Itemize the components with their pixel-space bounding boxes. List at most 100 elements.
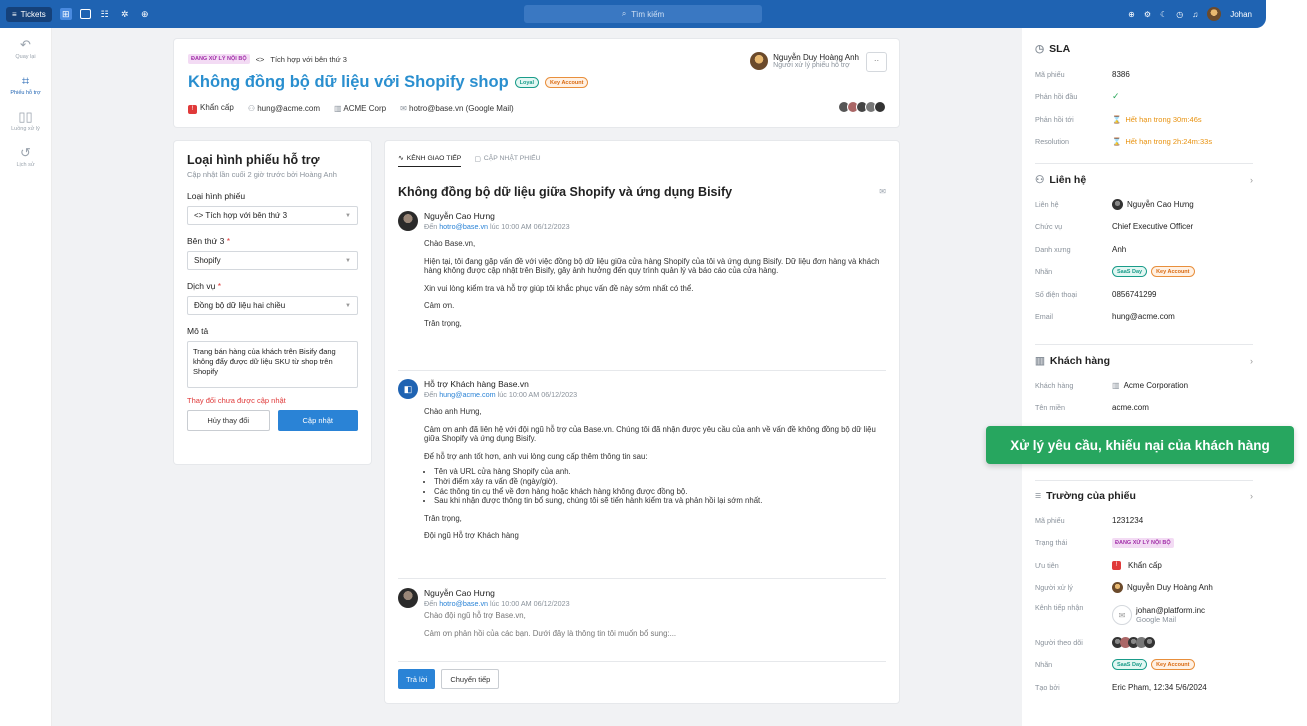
message-list: Tên và URL cửa hàng Shopify của anh. Thờ… (424, 467, 886, 505)
field-value: Anh (1112, 244, 1127, 254)
avatar (1112, 198, 1123, 210)
recipient-email[interactable]: hotro@base.vn (439, 599, 488, 608)
unsaved-warning: Thay đổi chưa được cập nhật (187, 396, 286, 405)
type-select[interactable]: <> Tích hợp với bên thứ 3 ▼ (187, 206, 358, 225)
top-bar-right: ⊕ ⚙ ☾ ◷ ♫ Johan (1128, 0, 1252, 28)
feature-callout: Xử lý yêu cầu, khiếu nại của khách hàng (986, 426, 1294, 464)
third-party-label: Bên thứ 3 * (187, 236, 358, 246)
section-title[interactable]: ⚇ Liên hệ › (1035, 174, 1253, 186)
field-row: Mã phiếu 1231234 (1035, 509, 1253, 532)
settings-icon[interactable]: ✲ (119, 8, 131, 20)
section-title[interactable]: ▥ Khách hàng › (1035, 355, 1253, 367)
follower-avatar (1144, 636, 1155, 648)
sidebar-item-history[interactable]: ↺ Lịch sử (0, 146, 51, 169)
company-text: ACME Corp (343, 104, 387, 113)
message-sender: Nguyễn Cao Hưng (424, 588, 495, 598)
clock-icon[interactable]: ◷ (1176, 10, 1183, 19)
user-icon: ⚇ (247, 104, 258, 113)
bell-icon[interactable]: ♫ (1192, 10, 1198, 19)
more-options-button[interactable]: ·· (866, 52, 887, 72)
save-button[interactable]: Cập nhật (277, 410, 358, 431)
moon-icon[interactable]: ☾ (1160, 10, 1167, 19)
divider (1035, 344, 1253, 345)
field-key: Tên miền (1035, 403, 1065, 413)
field-key: Khách hàng (1035, 380, 1074, 390)
assignee[interactable]: Nguyễn Duy Hoàng Anh Người xử lý phiếu h… (750, 52, 859, 70)
ticket-category[interactable]: Tích hợp với bên thứ 3 (270, 55, 347, 64)
message-paragraph: Cảm ơn. (424, 301, 455, 311)
followers-avatars[interactable] (838, 101, 886, 113)
tag-saas-day: SaaS Day (1112, 266, 1148, 278)
reply-button[interactable]: Trả lời (398, 669, 436, 689)
service-label: Dịch vụ * (187, 281, 358, 291)
customer-section: ▥ Khách hàng › Khách hàng ▥ Acme Corporation… (1035, 355, 1253, 419)
contact-row: Nhãn SaaS Day Key Account (1035, 261, 1253, 284)
tab-updates[interactable]: ▢ CẬP NHẬT PHIẾU (474, 154, 540, 167)
email-toggle-icon[interactable]: ✉ (879, 187, 886, 196)
sidebar-item-tickets[interactable]: ⌗ Phiếu hỗ trợ (0, 73, 51, 97)
grid-view-icon[interactable]: ⊞ (59, 8, 72, 20)
conversation-title: Không đồng bộ dữ liệu giữa Shopify và ứn… (398, 185, 733, 199)
avatar (398, 211, 418, 231)
user-avatar[interactable] (1207, 7, 1222, 21)
type-label: Loại hình phiếu (187, 191, 246, 201)
third-party-select[interactable]: Shopify ▼ (187, 251, 358, 270)
hourglass-icon: ⌛ (1112, 137, 1122, 147)
section-title[interactable]: ≡ Trường của phiếu › (1035, 490, 1253, 502)
list-icon[interactable]: ☷ (99, 8, 111, 20)
message-paragraph: Đội ngũ Hỗ trợ Khách hàng (424, 531, 519, 541)
recipient-email[interactable]: hung@acme.com (439, 390, 495, 399)
field-key: Nhãn (1035, 267, 1053, 277)
inbox-icon[interactable] (79, 9, 91, 19)
sla-rows: Mã phiếu 8386 Phản hồi đầu ✓ Phản hồi tới ⌛… (1035, 63, 1253, 153)
followers-avatars[interactable] (1112, 636, 1155, 648)
message-sender-info: Hỗ trợ Khách hàng Base.vn Đến hung@acme.… (424, 379, 577, 399)
menu-icon: ≡ (12, 9, 17, 19)
sidebar-item-back[interactable]: ↶ Quay lại (0, 38, 51, 61)
recipient-email[interactable]: hotro@base.vn (439, 222, 488, 231)
chevron-right-icon: › (1250, 491, 1253, 501)
list-item: Tên và URL cửa hàng Shopify của anh. (434, 467, 886, 477)
message-body: Chào Base.vn, Hiện tại, tôi đang gặp vấn… (424, 239, 886, 329)
message-recipient: Đến hotro@base.vn lúc 10:00 AM 06/12/202… (424, 599, 570, 608)
message-paragraph: Trân trọng, (424, 318, 462, 328)
message-sender-info: Nguyễn Cao Hưng Đến hotro@base.vn lúc 10… (424, 588, 570, 608)
sidebar-item-workflow[interactable]: ▯▯ Luồng xử lý (0, 110, 51, 133)
priority: ! Khẩn cấp (188, 103, 234, 114)
ticket-icon: ⌗ (21, 73, 30, 88)
field-value: ⌛ Hết hạn trong 30m:46s (1112, 115, 1202, 124)
chevron-down-icon: ▼ (345, 302, 351, 309)
tab-label: CẬP NHẬT PHIẾU (483, 155, 541, 162)
service-select[interactable]: Đồng bộ dữ liệu hai chiều ▼ (187, 296, 358, 315)
field-key: Resolution (1035, 137, 1069, 147)
section-title: ◷ SLA (1035, 43, 1253, 55)
form-subtitle: Cập nhật lần cuối 2 giờ trước bởi Hoàng … (187, 170, 337, 179)
priority-label: Khẩn cấp (200, 103, 234, 112)
add-icon[interactable]: ⊕ (139, 8, 151, 20)
description-field[interactable]: Trang bán hàng của khách trên Bisify đan… (187, 341, 358, 388)
assignee-name: Nguyễn Duy Hoàng Anh (773, 53, 859, 62)
avatar (1112, 582, 1123, 594)
message-recipient: Đến hung@acme.com lúc 10:00 AM 06/12/202… (424, 390, 577, 399)
search-input[interactable]: ⌕ Tìm kiếm (524, 5, 762, 23)
gear-icon[interactable]: ⚙ (1144, 10, 1151, 19)
list-item: Thời điểm xảy ra vấn đề (ngày/giờ). (434, 477, 886, 487)
field-row: Kênh tiếp nhận ✉ johan@platform.inc Google … (1035, 599, 1253, 631)
cancel-button[interactable]: Hủy thay đổi (187, 410, 270, 431)
page-title-row: Không đồng bộ dữ liệu với Shopify shop L… (188, 73, 589, 92)
customer-title: Khách hàng (1049, 355, 1111, 367)
top-bar: ≡ Tickets ⊞ ☷ ✲ ⊕ ⌕ Tìm kiếm ⊕ ⚙ ☾ ◷ ♫ J… (0, 0, 1266, 28)
tickets-menu-button[interactable]: ≡ Tickets (6, 6, 52, 22)
user-name[interactable]: Johan (1230, 10, 1252, 19)
field-row: Người theo dõi (1035, 631, 1253, 654)
list-item: Sau khi nhận được thông tin bổ sung, chú… (434, 496, 886, 506)
forward-button[interactable]: Chuyển tiếp (441, 669, 500, 689)
field-value: hung@acme.com (1112, 312, 1175, 322)
add-circle-icon[interactable]: ⊕ (1128, 10, 1135, 19)
tab-channels[interactable]: ∿ KÊNH GIAO TIẾP (398, 154, 462, 167)
field-value: ! Khẩn cấp (1112, 560, 1162, 570)
message-body: Chào anh Hưng, Cảm ơn anh đã liên hệ với… (424, 407, 886, 541)
priority-label: Khẩn cấp (1128, 560, 1162, 570)
field-row: Tạo bởi Eric Pham, 12:34 5/6/2024 (1035, 676, 1253, 699)
sla-row: Phản hồi tới ⌛ Hết hạn trong 30m:46s (1035, 108, 1253, 131)
